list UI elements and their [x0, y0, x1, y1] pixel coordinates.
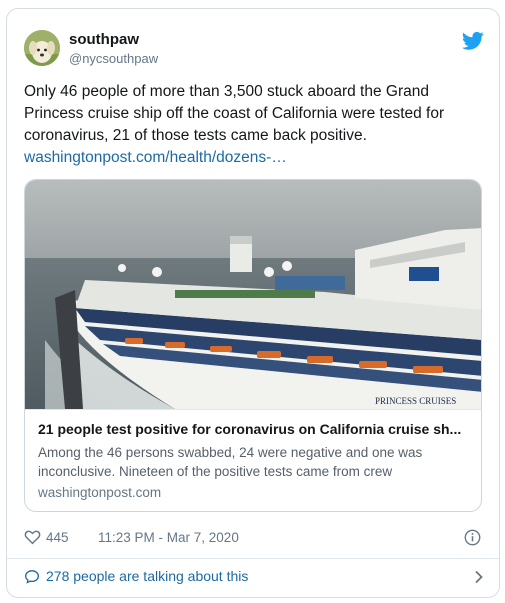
avatar-dog-image: [24, 30, 60, 66]
tweet-text: Only 46 people of more than 3,500 stuck …: [24, 81, 486, 169]
card-description: Among the 46 persons swabbed, 24 were ne…: [38, 445, 423, 479]
conversation-link[interactable]: 278 people are talking about this: [24, 567, 486, 589]
info-icon[interactable]: [464, 529, 481, 546]
user-handle[interactable]: @nycsouthpaw: [69, 51, 158, 66]
tweet-embed: southpaw @nycsouthpaw Only 46 people of …: [6, 8, 500, 598]
speech-bubble-icon: [24, 570, 40, 584]
card-domain: washingtonpost.com: [38, 485, 162, 500]
tweet-body: Only 46 people of more than 3,500 stuck …: [24, 83, 445, 144]
avatar[interactable]: [24, 30, 60, 66]
timestamp[interactable]: 11:23 PM - Mar 7, 2020: [98, 530, 239, 545]
cruise-ship-image: PRINCESS CRUISES: [25, 180, 481, 409]
twitter-bird-icon[interactable]: [461, 31, 484, 51]
card-title[interactable]: 21 people test positive for coronavirus …: [38, 421, 470, 437]
ship-name-text: PRINCESS CRUISES: [375, 396, 456, 406]
chevron-right-icon: [475, 570, 483, 584]
divider: [7, 558, 499, 559]
heart-icon[interactable]: [24, 529, 41, 545]
link-card[interactable]: PRINCESS CRUISES 21 people test positive…: [24, 179, 482, 512]
tweet-link[interactable]: washingtonpost.com/health/dozens-…: [24, 147, 486, 169]
card-body: 21 people test positive for coronavirus …: [25, 409, 481, 511]
user-name[interactable]: southpaw: [69, 31, 139, 48]
like-count: 445: [46, 530, 69, 545]
conversation-text: 278 people are talking about this: [46, 568, 249, 584]
